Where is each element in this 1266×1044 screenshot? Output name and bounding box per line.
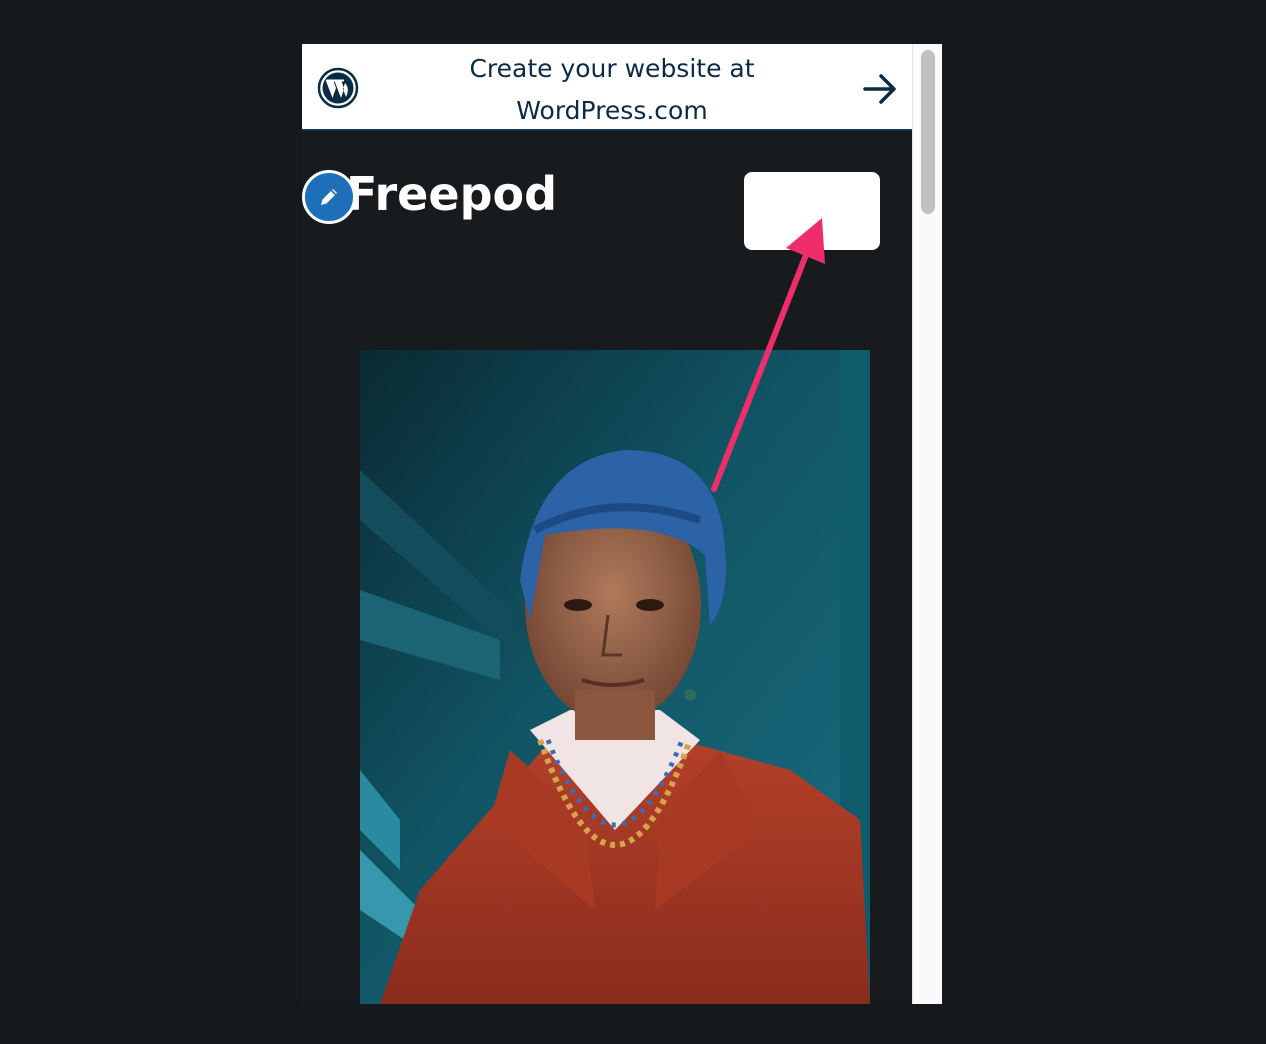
wordpress-promo-banner[interactable]: Create your website at WordPress.com (302, 44, 912, 131)
pencil-icon (321, 189, 337, 205)
hero-image (360, 350, 870, 1004)
vertical-scrollbar[interactable] (912, 44, 942, 1004)
menu-button[interactable] (744, 172, 880, 250)
portrait-photo (360, 350, 870, 1004)
banner-text-line2: WordPress.com (516, 96, 708, 125)
browser-viewport: Create your website at WordPress.com Fre… (302, 44, 942, 1004)
site-title[interactable]: Freepod (346, 164, 557, 224)
wordpress-logo-icon (317, 67, 359, 109)
arrow-right-icon[interactable] (860, 69, 900, 109)
banner-text-line1: Create your website at (469, 54, 755, 83)
edit-site-button[interactable] (302, 170, 356, 224)
scrollbar-thumb[interactable] (921, 50, 935, 214)
site-page: Create your website at WordPress.com Fre… (302, 44, 912, 1004)
banner-text[interactable]: Create your website at WordPress.com (422, 48, 802, 132)
